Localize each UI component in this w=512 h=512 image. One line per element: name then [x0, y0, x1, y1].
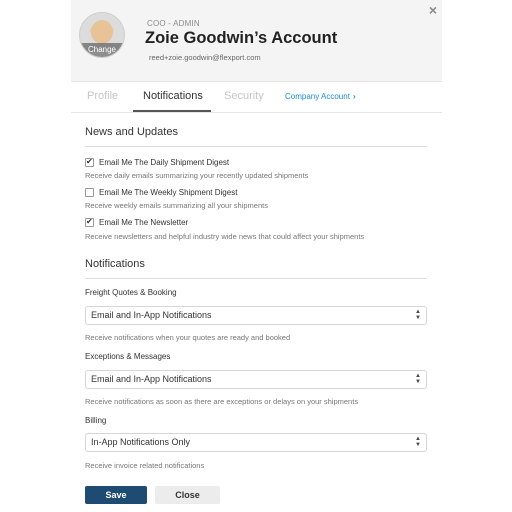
- tab-security[interactable]: Security: [224, 90, 264, 102]
- freight-quotes-select[interactable]: Email and In-App Notifications ▲ ▼: [85, 306, 427, 325]
- billing-label: Billing: [85, 416, 107, 425]
- close-icon[interactable]: ×: [429, 3, 437, 17]
- daily-digest-option[interactable]: ✔ Email Me The Daily Shipment Digest: [85, 157, 229, 167]
- account-modal: Change COO - ADMIN Zoie Goodwin’s Accoun…: [71, 0, 442, 512]
- exceptions-select[interactable]: Email and In-App Notifications ▲ ▼: [85, 370, 427, 389]
- tab-bar: Profile Notifications Security Company A…: [71, 81, 442, 113]
- close-button[interactable]: Close: [155, 486, 220, 504]
- active-tab-indicator: [133, 110, 211, 112]
- billing-help: Receive invoice related notifications: [85, 461, 205, 470]
- freight-quotes-value: Email and In-App Notifications: [91, 310, 212, 320]
- daily-digest-label: Email Me The Daily Shipment Digest: [99, 157, 230, 167]
- select-arrows-icon: ▲ ▼: [415, 373, 421, 385]
- divider: [85, 146, 427, 147]
- weekly-digest-help: Receive weekly emails summarizing all yo…: [85, 201, 268, 210]
- exceptions-value: Email and In-App Notifications: [91, 374, 212, 384]
- tab-profile[interactable]: Profile: [87, 90, 118, 102]
- checkmark-icon: ✔: [86, 216, 93, 226]
- newsletter-option[interactable]: ✔ Email Me The Newsletter: [85, 217, 188, 227]
- news-section-heading: News and Updates: [85, 126, 178, 138]
- exceptions-label: Exceptions & Messages: [85, 352, 171, 361]
- freight-quotes-help: Receive notifications when your quotes a…: [85, 333, 291, 342]
- account-header: Change COO - ADMIN Zoie Goodwin’s Accoun…: [71, 0, 442, 82]
- billing-value: In-App Notifications Only: [91, 437, 191, 447]
- daily-digest-checkbox[interactable]: ✔: [85, 156, 94, 167]
- newsletter-checkbox[interactable]: ✔: [85, 216, 94, 227]
- company-account-link[interactable]: Company Account ›: [285, 92, 356, 101]
- tab-notifications[interactable]: Notifications: [143, 90, 203, 102]
- billing-select[interactable]: In-App Notifications Only ▲ ▼: [85, 433, 427, 452]
- newsletter-label: Email Me The Newsletter: [99, 217, 189, 227]
- user-role: COO - ADMIN: [147, 19, 200, 28]
- company-account-label: Company Account: [285, 92, 350, 101]
- user-email: reed+zoie.goodwin@flexport.com: [149, 53, 261, 62]
- checkmark-icon: ✔: [86, 156, 93, 166]
- chevron-right-icon: ›: [352, 92, 356, 101]
- avatar[interactable]: Change: [79, 12, 125, 58]
- exceptions-help: Receive notifications as soon as there a…: [85, 397, 359, 406]
- daily-digest-help: Receive daily emails summarizing your re…: [85, 171, 309, 180]
- divider: [85, 278, 427, 279]
- newsletter-help: Receive newsletters and helpful industry…: [85, 232, 365, 241]
- avatar-change-label[interactable]: Change: [80, 43, 124, 57]
- select-arrows-icon: ▲ ▼: [415, 436, 421, 448]
- select-arrows-icon: ▲ ▼: [415, 309, 421, 321]
- notifications-section-heading: Notifications: [85, 258, 145, 270]
- weekly-digest-option[interactable]: Email Me The Weekly Shipment Digest: [85, 187, 237, 197]
- freight-quotes-label: Freight Quotes & Booking: [85, 288, 177, 297]
- page-title: Zoie Goodwin’s Account: [145, 29, 338, 47]
- save-button[interactable]: Save: [85, 486, 147, 504]
- weekly-digest-label: Email Me The Weekly Shipment Digest: [99, 187, 238, 197]
- weekly-digest-checkbox[interactable]: [85, 187, 94, 197]
